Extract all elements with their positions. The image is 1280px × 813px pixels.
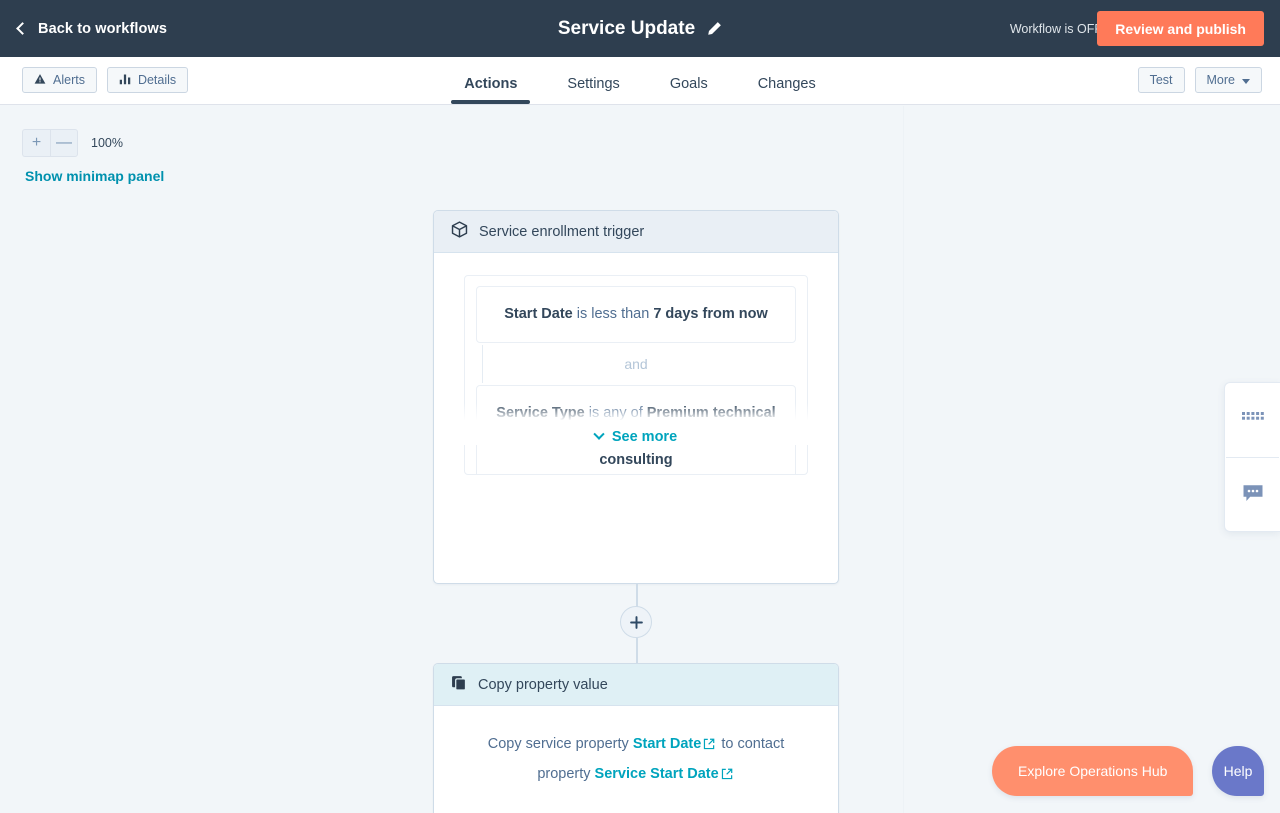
tab-bar: Actions Settings Goals Changes [0,57,1280,104]
sub-nav-bar: Alerts Details Actions Settings Goals Ch… [0,57,1280,105]
copy-icon [451,675,467,695]
zoom-in-button[interactable]: + [22,129,50,157]
filter-operator-and: and [465,345,807,384]
trigger-node-title: Service enrollment trigger [479,223,645,240]
workflow-editor-page: Back to workflows Service Update Workflo… [0,0,1280,813]
tab-settings[interactable]: Settings [542,76,644,104]
filter-1-value: 7 days from now [653,306,768,322]
more-label: More [1206,73,1235,87]
test-label: Test [1149,73,1173,87]
chevron-down-icon [593,428,605,440]
plus-icon [629,615,643,629]
test-button[interactable]: Test [1137,67,1185,93]
see-more-button[interactable]: See more [434,403,838,445]
cube-icon [451,221,468,242]
chat-button[interactable] [1225,458,1280,531]
tab-changes[interactable]: Changes [733,76,841,104]
zoom-controls: + — 100% [22,129,123,157]
target-property-link[interactable]: Service Start Date [595,766,719,782]
canvas-seam [903,106,904,813]
zoom-level-label: 100% [91,136,123,150]
show-minimap-panel-link[interactable]: Show minimap panel [25,168,164,184]
external-link-icon[interactable] [703,732,715,760]
page-title: Service Update [557,17,696,39]
workflow-status-text: Workflow is OFF [1009,21,1102,36]
workflow-canvas[interactable]: + — 100% Show minimap panel Service enro… [0,106,1280,813]
side-widget-rail [1224,382,1280,532]
grid-apps-icon [1241,411,1264,429]
chat-bubble-icon [1242,483,1264,508]
tab-actions[interactable]: Actions [439,76,542,104]
connector-line-bottom [636,638,638,663]
copy-node-body: Copy service property Start Date to cont… [434,706,838,791]
copy-node-header: Copy property value [434,664,838,706]
copy-node-title: Copy property value [478,676,608,693]
zoom-out-button[interactable]: — [50,129,78,157]
copy-line1-suffix: to contact [717,736,785,752]
node-service-enrollment-trigger[interactable]: Service enrollment trigger Start Date is… [433,210,839,584]
filter-1-operator: is less than [572,306,654,322]
review-and-publish-button[interactable]: Review and publish [1097,11,1264,46]
copy-line1-prefix: Copy service property [487,736,633,752]
explore-operations-hub-button[interactable]: Explore Operations Hub [992,746,1194,796]
trigger-node-body: Start Date is less than 7 days from now … [434,253,838,475]
top-bar: Back to workflows Service Update Workflo… [0,0,1280,57]
external-link-icon-2[interactable] [721,762,733,790]
trigger-node-header: Service enrollment trigger [434,211,838,253]
chevron-left-icon [16,22,29,35]
help-button[interactable]: Help [1212,746,1264,796]
see-more-label: See more [611,429,678,445]
apps-grid-button[interactable] [1225,383,1280,457]
node-copy-property-value[interactable]: Copy property value Copy service propert… [433,663,839,813]
pencil-icon[interactable] [707,21,722,36]
caret-down-icon [1242,73,1250,87]
source-property-link[interactable]: Start Date [633,736,702,752]
filter-criterion-1[interactable]: Start Date is less than 7 days from now [476,286,796,344]
add-action-button[interactable] [620,606,652,638]
filter-rail [482,345,483,384]
copy-line2-prefix: property [537,766,595,783]
filter-group: Start Date is less than 7 days from now … [464,275,808,475]
tab-goals[interactable]: Goals [645,76,733,104]
back-to-workflows-button[interactable]: Back to workflows [16,0,168,57]
and-label: and [624,356,648,373]
more-button[interactable]: More [1194,67,1262,93]
filter-1-property: Start Date [504,306,573,322]
zoom-button-group: + — [22,129,78,157]
sub-nav-right-buttons: Test More [1137,67,1262,93]
back-to-workflows-label: Back to workflows [38,20,168,37]
